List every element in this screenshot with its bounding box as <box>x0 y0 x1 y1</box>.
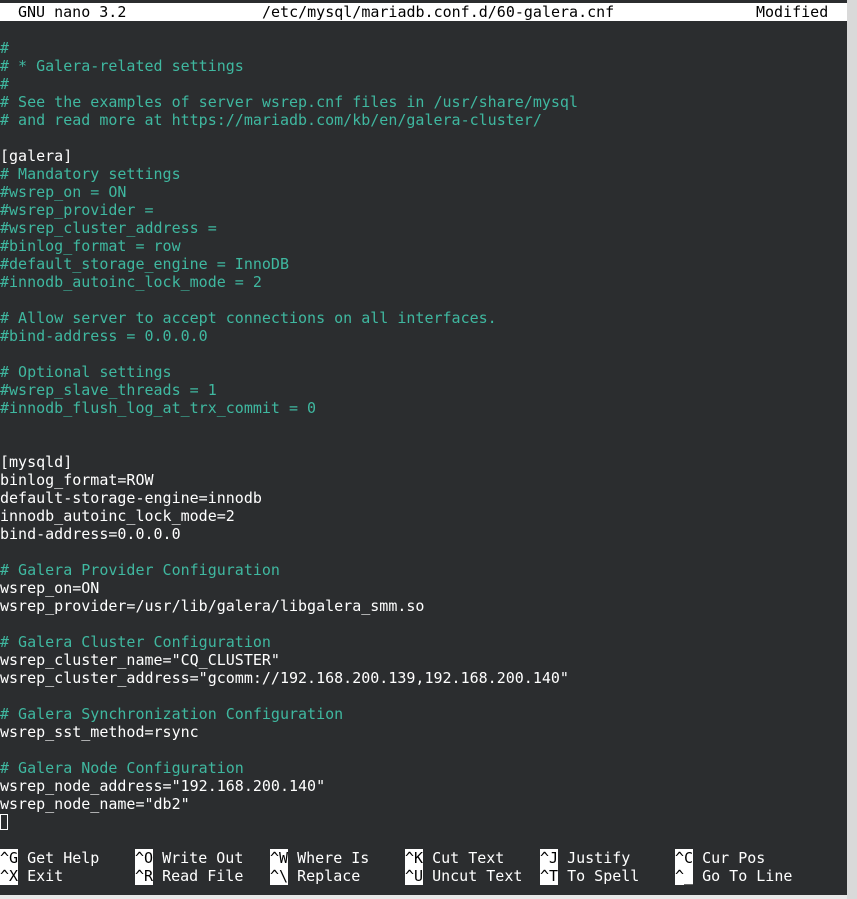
cursor-line[interactable] <box>0 813 847 831</box>
shortcut-item[interactable]: ^O Write Out <box>135 849 243 867</box>
shortcut-item[interactable]: ^K Cut Text <box>405 849 504 867</box>
comment-line[interactable]: #bind-address = 0.0.0.0 <box>0 327 847 345</box>
shortcut-key: ^R <box>135 867 154 885</box>
config-line[interactable] <box>0 741 847 759</box>
shortcut-label: Cur Pos <box>702 849 766 867</box>
shortcut-label: Cut Text <box>432 849 505 867</box>
config-line[interactable]: wsrep_node_address="192.168.200.140" <box>0 777 847 795</box>
nano-title-bar: GNU nano 3.2 /etc/mysql/mariadb.conf.d/6… <box>0 3 847 21</box>
shortcut-key: ^\ <box>270 867 289 885</box>
config-line[interactable]: bind-address=0.0.0.0 <box>0 525 847 543</box>
shortcut-key: ^W <box>270 849 289 867</box>
shortcut-key: ^O <box>135 849 154 867</box>
config-line[interactable] <box>0 345 847 363</box>
comment-line[interactable]: # * Galera-related settings <box>0 57 847 75</box>
comment-line[interactable]: #innodb_autoinc_lock_mode = 2 <box>0 273 847 291</box>
window-bottom-edge <box>0 895 847 899</box>
comment-line[interactable]: # Galera Provider Configuration <box>0 561 847 579</box>
comment-line[interactable]: # Allow server to accept connections on … <box>0 309 847 327</box>
shortcut-item[interactable]: ^R Read File <box>135 867 243 885</box>
shortcut-item[interactable]: ^T To Spell <box>540 867 639 885</box>
shortcut-item[interactable]: ^\ Replace <box>270 867 360 885</box>
shortcut-label: Justify <box>567 849 631 867</box>
shortcut-key: ^J <box>540 849 559 867</box>
comment-line[interactable]: #wsrep_slave_threads = 1 <box>0 381 847 399</box>
comment-line[interactable]: #wsrep_provider = <box>0 201 847 219</box>
shortcut-key: ^G <box>0 849 19 867</box>
shortcut-item[interactable]: ^J Justify <box>540 849 630 867</box>
comment-line[interactable]: #innodb_flush_log_at_trx_commit = 0 <box>0 399 847 417</box>
shortcut-item[interactable]: ^_ Go To Line <box>675 867 792 885</box>
shortcut-bar: ^G Get Help ^X Exit ^O Write Out ^R Read Fi… <box>0 849 847 885</box>
config-line[interactable] <box>0 417 847 435</box>
comment-line[interactable]: # Galera Node Configuration <box>0 759 847 777</box>
comment-line[interactable]: # Galera Cluster Configuration <box>0 633 847 651</box>
config-line[interactable]: [galera] <box>0 147 847 165</box>
app-version: GNU nano 3.2 <box>18 3 127 21</box>
shortcut-label: Exit <box>27 867 64 885</box>
shortcut-key: ^T <box>540 867 559 885</box>
shortcut-label: Replace <box>297 867 361 885</box>
shortcut-label: Go To Line <box>702 867 793 885</box>
comment-line[interactable]: # Optional settings <box>0 363 847 381</box>
shortcut-item[interactable]: ^C Cur Pos <box>675 849 765 867</box>
shortcut-item[interactable]: ^G Get Help <box>0 849 99 867</box>
comment-line[interactable]: #wsrep_on = ON <box>0 183 847 201</box>
shortcut-label: Read File <box>162 867 244 885</box>
config-line[interactable]: wsrep_cluster_address="gcomm://192.168.2… <box>0 669 847 687</box>
comment-line[interactable]: #default_storage_engine = InnoDB <box>0 255 847 273</box>
config-line[interactable]: binlog_format=ROW <box>0 471 847 489</box>
shortcut-key: ^X <box>0 867 19 885</box>
shortcut-key: ^C <box>675 849 694 867</box>
comment-line[interactable]: #binlog_format = row <box>0 237 847 255</box>
shortcut-label: Uncut Text <box>432 867 523 885</box>
comment-line[interactable]: # <box>0 39 847 57</box>
config-line[interactable] <box>0 615 847 633</box>
config-line[interactable] <box>0 543 847 561</box>
shortcut-item[interactable]: ^X Exit <box>0 867 63 885</box>
shortcut-label: Write Out <box>162 849 244 867</box>
config-line[interactable] <box>0 435 847 453</box>
comment-line[interactable]: #wsrep_cluster_address = <box>0 219 847 237</box>
scrollbar[interactable] <box>847 0 857 899</box>
config-line[interactable]: [mysqld] <box>0 453 847 471</box>
shortcut-item[interactable]: ^U Uncut Text <box>405 867 522 885</box>
shortcut-key: ^_ <box>675 867 694 885</box>
shortcut-key: ^K <box>405 849 424 867</box>
comment-line[interactable]: # See the examples of server wsrep.cnf f… <box>0 93 847 111</box>
text-cursor <box>0 814 8 830</box>
config-line[interactable]: wsrep_provider=/usr/lib/galera/libgalera… <box>0 597 847 615</box>
comment-line[interactable]: # Galera Synchronization Configuration <box>0 705 847 723</box>
shortcut-label: To Spell <box>567 867 640 885</box>
config-line[interactable] <box>0 291 847 309</box>
config-line[interactable] <box>0 129 847 147</box>
editor-buffer[interactable]: # # * Galera-related settings # # See the e… <box>0 39 847 831</box>
comment-line[interactable]: # and read more at https://mariadb.com/k… <box>0 111 847 129</box>
config-line[interactable]: wsrep_node_name="db2" <box>0 795 847 813</box>
shortcut-label: Get Help <box>27 849 100 867</box>
file-path: /etc/mysql/mariadb.conf.d/60-galera.cnf <box>262 3 615 21</box>
shortcut-item[interactable]: ^W Where Is <box>270 849 369 867</box>
config-line[interactable]: default-storage-engine=innodb <box>0 489 847 507</box>
comment-line[interactable]: # <box>0 75 847 93</box>
modified-status: Modified <box>756 3 829 21</box>
config-line[interactable]: wsrep_sst_method=rsync <box>0 723 847 741</box>
terminal-window: GNU nano 3.2 /etc/mysql/mariadb.conf.d/6… <box>0 0 847 899</box>
config-line[interactable]: innodb_autoinc_lock_mode=2 <box>0 507 847 525</box>
shortcut-label: Where Is <box>297 849 370 867</box>
config-line[interactable]: wsrep_cluster_name="CQ_CLUSTER" <box>0 651 847 669</box>
config-line[interactable] <box>0 687 847 705</box>
comment-line[interactable]: # Mandatory settings <box>0 165 847 183</box>
shortcut-key: ^U <box>405 867 424 885</box>
config-line[interactable]: wsrep_on=ON <box>0 579 847 597</box>
